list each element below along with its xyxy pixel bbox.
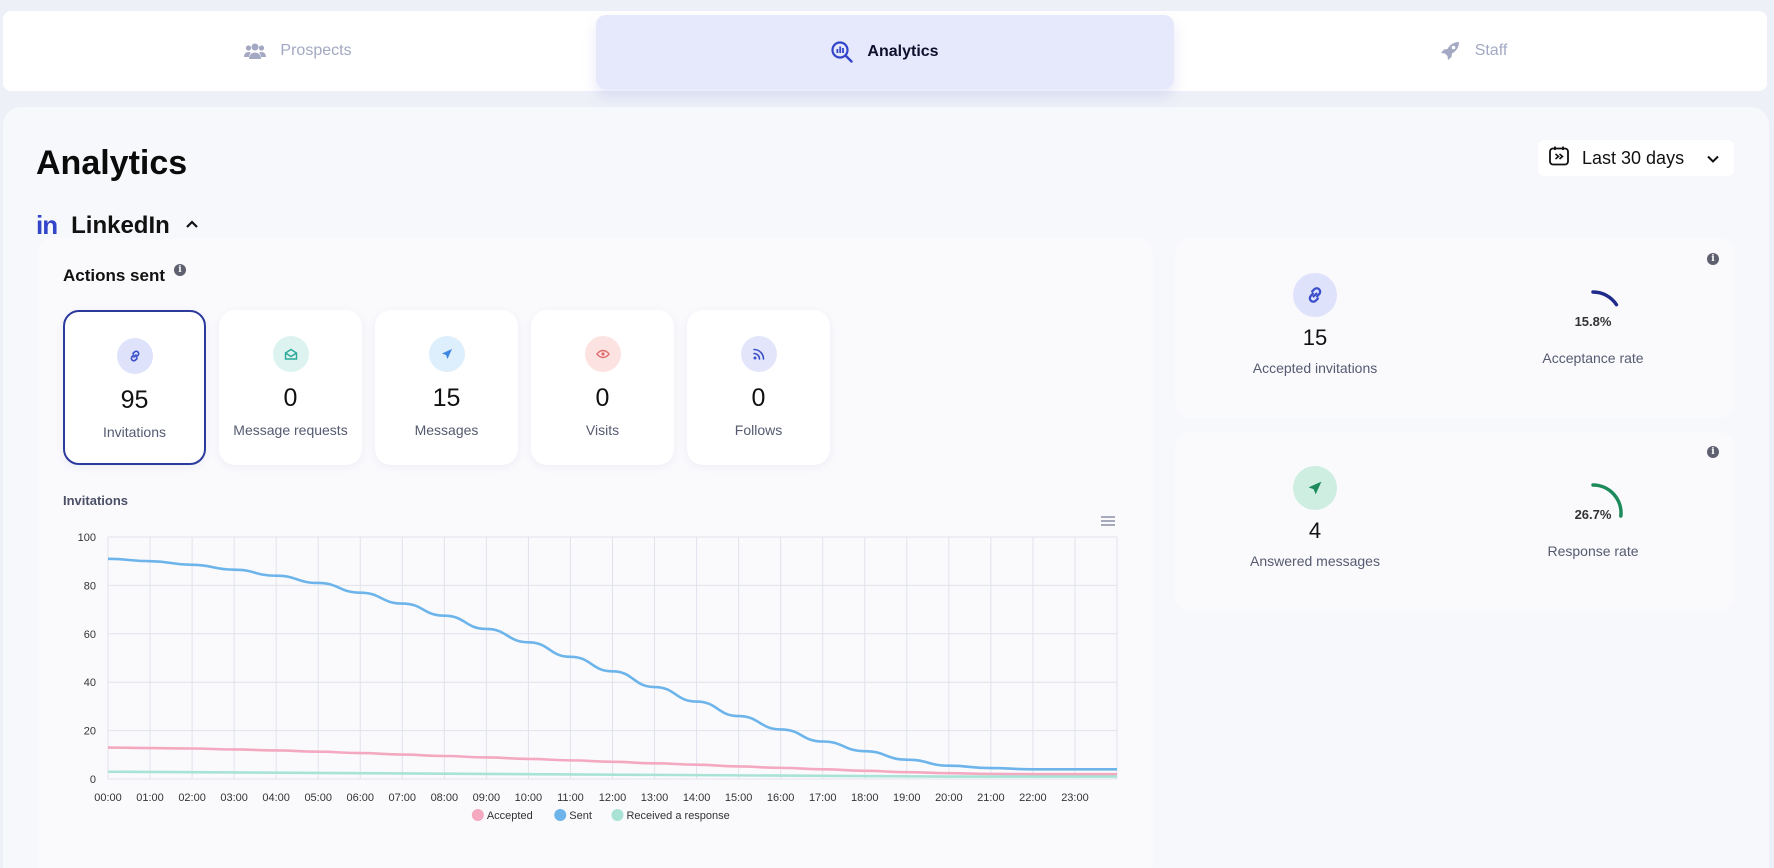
stat-value: 4	[1308, 518, 1322, 543]
x-tick-label: 20:00	[935, 792, 963, 804]
gauge-label: 26.7%	[1575, 507, 1612, 522]
calendar-icon	[1548, 145, 1570, 172]
actions-title: Actions sent	[63, 266, 166, 285]
tile-value: 0	[283, 384, 298, 412]
x-tick-label: 19:00	[893, 792, 921, 804]
y-tick-label: 60	[84, 629, 96, 641]
stat-value: 15	[1302, 325, 1328, 350]
send-icon	[428, 336, 465, 372]
x-tick-label: 07:00	[389, 792, 417, 804]
tile-visits[interactable]: 0 Visits	[531, 310, 674, 465]
x-tick-label: 04:00	[262, 792, 290, 804]
answered-messages-stat: 4 Answered messages	[1215, 466, 1415, 569]
response-rate-gauge: 26.7% Response rate	[1493, 473, 1693, 559]
mail-open-icon	[272, 336, 309, 372]
linkedin-section-header[interactable]: in LinkedIn	[36, 210, 200, 241]
x-tick-label: 22:00	[1019, 792, 1047, 804]
tile-label: Messages	[414, 422, 479, 438]
date-range-select[interactable]: Last 30 days	[1538, 140, 1734, 176]
tile-value: 0	[751, 384, 766, 412]
chevron-down-icon	[1706, 148, 1720, 169]
gauge-label: 15.8%	[1575, 314, 1612, 329]
x-tick-label: 18:00	[851, 792, 879, 804]
tile-label: Message requests	[233, 422, 348, 438]
info-icon[interactable]: i	[1707, 253, 1719, 265]
x-tick-label: 10:00	[515, 792, 543, 804]
x-tick-label: 06:00	[346, 792, 374, 804]
x-tick-label: 15:00	[725, 792, 753, 804]
tile-message-requests[interactable]: 0 Message requests	[219, 310, 362, 465]
gauge-arc	[1591, 290, 1619, 307]
legend-marker	[611, 809, 624, 821]
legend-label: Received a response	[626, 810, 729, 822]
y-tick-label: 100	[78, 532, 96, 544]
x-tick-label: 14:00	[683, 792, 711, 804]
info-icon[interactable]: i	[174, 264, 186, 276]
legend-label: Sent	[569, 810, 592, 822]
x-tick-label: 12:00	[599, 792, 627, 804]
x-tick-label: 02:00	[178, 792, 206, 804]
date-range-label: Last 30 days	[1582, 147, 1685, 168]
chevron-up-icon[interactable]	[184, 217, 200, 235]
gauge-caption: Acceptance rate	[1542, 350, 1644, 366]
tile-value: 0	[595, 384, 610, 412]
y-tick-label: 0	[90, 774, 96, 786]
legend-marker	[471, 809, 484, 821]
y-tick-label: 80	[84, 580, 96, 592]
analytics-search-icon	[831, 41, 854, 63]
accepted-invitations-stat: 15 Accepted invitations	[1215, 273, 1415, 376]
chart-title: Invitations	[63, 493, 129, 508]
tab-analytics[interactable]: Analytics	[596, 15, 1174, 89]
link-icon	[116, 338, 153, 374]
x-tick-label: 17:00	[809, 792, 837, 804]
tile-messages[interactable]: 15 Messages	[375, 310, 518, 465]
rss-icon	[740, 336, 777, 372]
send-icon	[1293, 466, 1337, 510]
eye-icon	[584, 336, 621, 372]
tab-analytics-label: Analytics	[867, 43, 939, 60]
acceptance-rate-gauge: 15.8% Acceptance rate	[1493, 280, 1693, 366]
invitations-line-chart: 0 20 40 60 80 100 00:00 01:00 02:00 03:00 04:00 05:…	[78, 532, 1118, 822]
tab-prospects[interactable]: Prospects	[173, 11, 423, 91]
rocket-icon	[1439, 40, 1461, 62]
users-icon	[244, 42, 267, 60]
x-tick-label: 08:00	[431, 792, 459, 804]
linkedin-logo: in	[36, 210, 58, 240]
info-icon[interactable]: i	[1707, 446, 1719, 458]
legend-marker	[554, 809, 567, 821]
x-tick-label: 05:00	[304, 792, 332, 804]
tile-value: 95	[120, 386, 149, 414]
x-tick-label: 11:00	[557, 792, 584, 804]
tile-invitations[interactable]: 95 Invitations	[63, 310, 206, 465]
x-tick-label: 23:00	[1061, 792, 1089, 804]
section-title: LinkedIn	[71, 211, 170, 239]
tab-staff[interactable]: Staff	[1348, 11, 1598, 91]
stat-caption: Answered messages	[1250, 553, 1380, 569]
tab-staff-label: Staff	[1474, 42, 1508, 59]
y-tick-label: 40	[84, 677, 96, 689]
x-tick-label: 21:00	[977, 792, 1005, 804]
stat-caption: Accepted invitations	[1252, 360, 1378, 376]
top-navigation: Prospects Analytics Staff	[3, 11, 1767, 91]
tile-value: 15	[432, 384, 461, 412]
tab-prospects-label: Prospects	[280, 42, 352, 59]
page-title: Analytics	[36, 144, 188, 182]
tile-follows[interactable]: 0 Follows	[687, 310, 830, 465]
x-tick-label: 01:00	[136, 792, 164, 804]
x-tick-label: 09:00	[473, 792, 501, 804]
gauge-caption: Response rate	[1547, 543, 1639, 559]
tile-label: Invitations	[102, 424, 167, 440]
x-tick-label: 03:00	[220, 792, 248, 804]
link-icon	[1293, 273, 1337, 317]
x-tick-label: 00:00	[94, 792, 122, 804]
legend-label: Accepted	[487, 810, 533, 822]
x-tick-label: 16:00	[767, 792, 795, 804]
y-tick-label: 20	[84, 726, 96, 738]
tile-label: Follows	[734, 422, 783, 438]
x-tick-label: 13:00	[641, 792, 669, 804]
tile-label: Visits	[585, 422, 620, 438]
